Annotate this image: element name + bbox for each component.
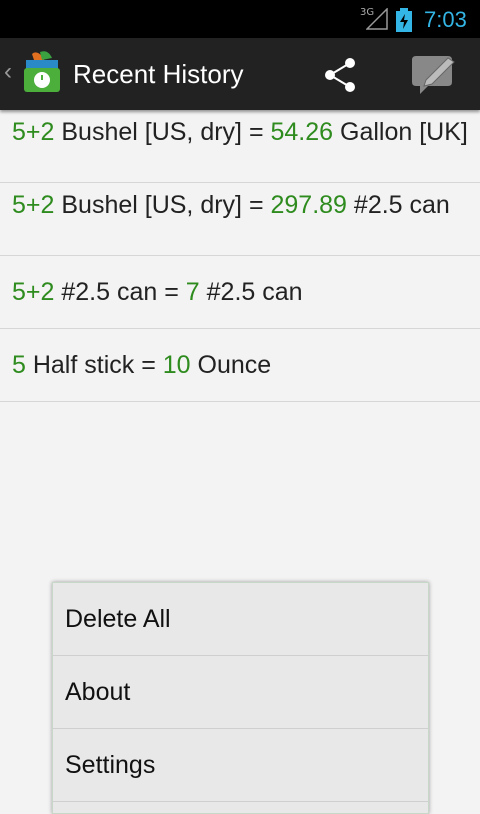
history-item[interactable]: 5+2 Bushel [US, dry] = 54.26 Gallon [UK] [0,110,480,183]
signal-icon [365,7,388,35]
input-value: 5 [12,351,26,379]
input-value: 5+2 [12,118,55,146]
clock: 7:03 [424,7,467,32]
history-item[interactable]: 5+2 Bushel [US, dry] = 297.89 #2.5 can [0,183,480,256]
battery-charging-icon [396,8,412,37]
result-value: 7 [185,278,200,306]
result-value: 297.89 [270,191,347,219]
result-value: 10 [162,351,191,379]
history-list: 5+2 Bushel [US, dry] = 54.26 Gallon [UK]… [0,110,480,402]
from-unit: Bushel [US, dry] = [54,191,271,219]
history-item[interactable]: 5 Half stick = 10 Ounce [0,329,480,402]
status-bar: 3G 7:03 [0,0,480,38]
overflow-menu: Delete All About Settings [52,582,429,814]
menu-item-about[interactable]: About [53,656,428,729]
to-unit: #2.5 can [199,278,303,306]
history-item[interactable]: 5+2 #2.5 can = 7 #2.5 can [0,256,480,329]
input-value: 5+2 [12,191,55,219]
from-unit: #2.5 can = [54,278,186,306]
menu-item-delete-all[interactable]: Delete All [53,583,428,656]
compose-icon[interactable] [408,52,458,103]
input-value: 5+2 [12,278,55,306]
from-unit: Half stick = [25,351,163,379]
result-value: 54.26 [270,118,334,146]
menu-item-settings[interactable]: Settings [53,729,428,802]
up-icon[interactable]: ‹ [4,58,12,86]
from-unit: Bushel [US, dry] = [54,118,271,146]
action-bar: ‹ Recent History [0,38,480,110]
to-unit: #2.5 can [346,191,450,219]
app-icon[interactable] [22,50,62,99]
to-unit: Ounce [190,351,272,379]
share-icon[interactable] [322,56,360,99]
page-title: Recent History [73,59,244,89]
to-unit: Gallon [UK] [333,118,468,146]
